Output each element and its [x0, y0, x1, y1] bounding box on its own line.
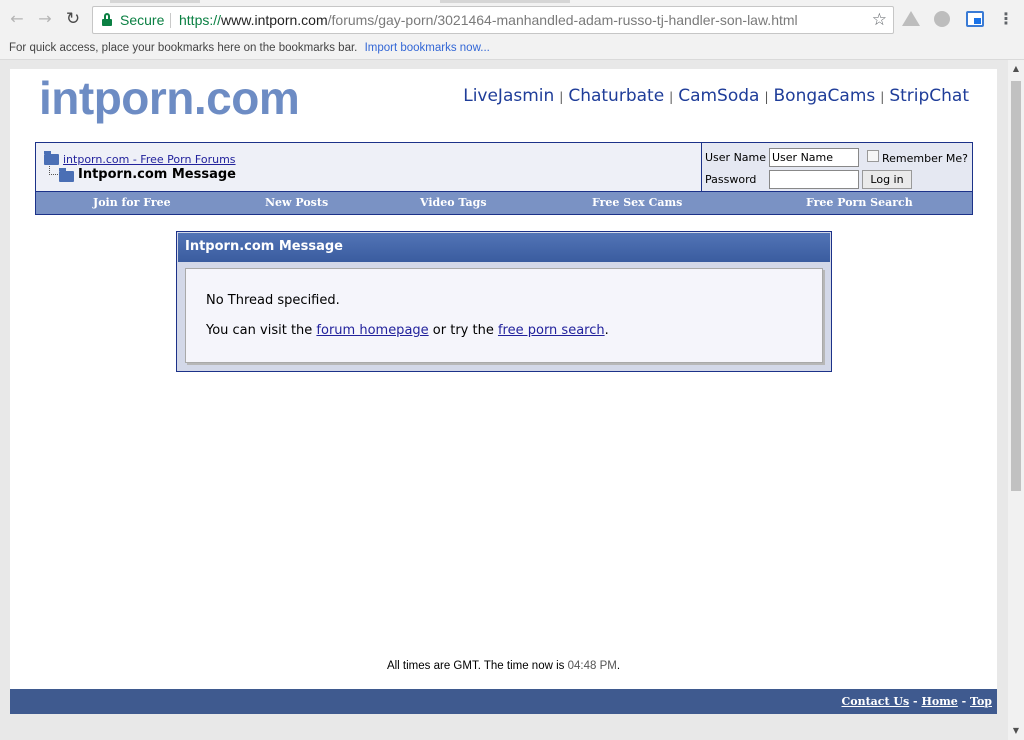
suggestion-prefix: You can visit the [206, 323, 317, 338]
message-body: No Thread specified. You can visit the f… [185, 268, 823, 363]
username-label: User Name [705, 151, 767, 164]
tab-edge [110, 0, 200, 3]
footer-links: Contact Us - Home - Top [842, 695, 993, 708]
bookmarks-prompt: For quick access, place your bookmarks h… [9, 42, 358, 54]
folder-icon [44, 151, 59, 165]
site-logo[interactable]: intporn.com [39, 71, 300, 125]
reload-icon[interactable]: ↻ [63, 9, 83, 29]
suggestion-suffix: . [604, 323, 609, 338]
url-text[interactable]: https://www.intporn.com/forums/gay-porn/… [179, 7, 798, 33]
bookmarks-bar: For quick access, place your bookmarks h… [0, 38, 1024, 60]
navbar-links: Join for Free New Posts Video Tags Free … [36, 191, 972, 214]
free-porn-search-link[interactable]: free porn search [498, 323, 605, 338]
vertical-scrollbar[interactable]: ▲ ▼ [1008, 60, 1024, 740]
footer-separator: - [909, 695, 922, 708]
contact-us-link[interactable]: Contact Us [842, 695, 910, 708]
message-panel: Intporn.com Message No Thread specified.… [176, 231, 832, 372]
cam-link-separator: | [669, 90, 674, 104]
omnibox-divider [170, 13, 171, 28]
forum-homepage-link[interactable]: forum homepage [316, 323, 428, 338]
address-bar[interactable]: Secure https://www.intporn.com/forums/ga… [92, 6, 894, 34]
page-content: intporn.com LiveJasmin | Chaturbate | CamSod… [10, 69, 997, 714]
nav-free-porn-search[interactable]: Free Porn Search [806, 196, 913, 209]
page-title: Intporn.com Message [78, 167, 236, 182]
url-path: /forums/gay-porn/3021464-manhandled-adam… [327, 12, 798, 28]
tree-connector [49, 166, 58, 175]
top-link[interactable]: Top [970, 695, 992, 708]
scroll-up-icon[interactable]: ▲ [1008, 60, 1024, 77]
forum-navbar: intporn.com - Free Porn Forums Intporn.c… [35, 142, 973, 215]
page-viewport: intporn.com LiveJasmin | Chaturbate | CamSod… [0, 60, 1024, 740]
url-scheme: https:// [179, 12, 222, 28]
scroll-down-icon[interactable]: ▼ [1008, 722, 1024, 739]
folder-open-icon [59, 168, 74, 182]
time-suffix: . [616, 660, 621, 672]
scroll-thumb[interactable] [1011, 81, 1021, 491]
back-arrow-icon[interactable]: ← [7, 9, 27, 29]
cam-link-stripchat[interactable]: StripChat [889, 86, 969, 106]
cam-link-separator: | [880, 90, 885, 104]
menu-icon[interactable]: ⋮ [998, 10, 1014, 28]
secure-label: Secure [120, 12, 165, 28]
browser-toolbar: ← → ↻ Secure https://www.intporn.com/for… [0, 0, 1024, 38]
username-field[interactable]: User Name [769, 148, 859, 167]
star-icon[interactable]: ☆ [872, 7, 887, 33]
nav-join-for-free[interactable]: Join for Free [93, 196, 171, 209]
cam-link-livejasmin[interactable]: LiveJasmin [463, 86, 554, 106]
time-value: 04:48 PM [567, 660, 617, 672]
message-title: Intporn.com Message [185, 239, 343, 254]
footer-separator: - [957, 695, 971, 708]
message-header: Intporn.com Message [178, 233, 830, 262]
message-suggestion: You can visit the forum homepage or try … [206, 323, 609, 338]
server-time: All times are GMT. The time now is 04:48… [10, 660, 997, 672]
url-host: www.intporn.com [221, 12, 328, 28]
globe-icon[interactable] [934, 11, 950, 27]
footer-bar: Contact Us - Home - Top [10, 689, 997, 714]
tab-edge [440, 0, 570, 3]
time-prefix: All times are GMT. The time now is [386, 660, 568, 672]
login-button[interactable]: Log in [862, 170, 912, 189]
cam-link-separator: | [559, 90, 564, 104]
login-form: User Name User Name Remember Me? Passwor… [701, 143, 972, 191]
import-bookmarks-link[interactable]: Import bookmarks now... [365, 42, 490, 54]
forward-arrow-icon[interactable]: → [35, 9, 55, 29]
cast-icon[interactable] [966, 11, 984, 27]
cam-link-camsoda[interactable]: CamSoda [678, 86, 759, 106]
home-link[interactable]: Home [921, 695, 957, 708]
breadcrumb-home-link[interactable]: intporn.com - Free Porn Forums [63, 153, 236, 166]
password-label: Password [705, 173, 757, 186]
remember-me-label: Remember Me? [882, 152, 968, 165]
drive-icon[interactable] [902, 11, 920, 26]
nav-video-tags[interactable]: Video Tags [420, 196, 487, 209]
cam-link-separator: | [764, 90, 769, 104]
nav-free-sex-cams[interactable]: Free Sex Cams [592, 196, 682, 209]
cam-link-bongacams[interactable]: BongaCams [774, 86, 876, 106]
lock-icon [102, 13, 112, 26]
cam-links: LiveJasmin | Chaturbate | CamSoda | BongaCams |… [463, 86, 969, 106]
nav-new-posts[interactable]: New Posts [265, 196, 328, 209]
suggestion-mid: or try the [428, 323, 498, 338]
password-field[interactable] [769, 170, 859, 189]
remember-me-checkbox[interactable] [867, 150, 879, 162]
message-text: No Thread specified. [206, 293, 340, 308]
cam-link-chaturbate[interactable]: Chaturbate [568, 86, 664, 106]
